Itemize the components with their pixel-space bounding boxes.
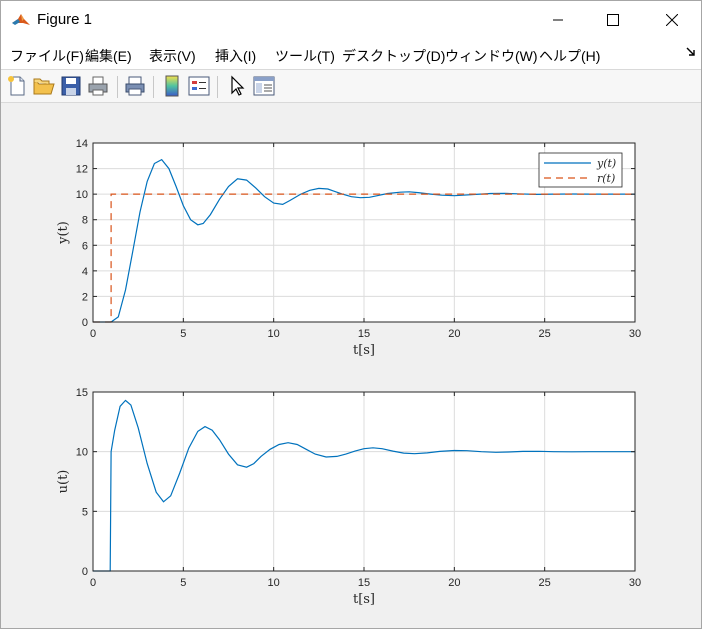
legend-label: r(t) xyxy=(597,172,615,185)
toolbar-separator xyxy=(117,76,118,98)
minimize-icon xyxy=(553,19,563,21)
matlab-logo-icon xyxy=(11,10,31,30)
x-axis-label: t[s] xyxy=(353,592,375,607)
toolbar xyxy=(1,69,701,103)
figure-canvas: 0 5 10 15 20 25 30 0 2 4 6 8 10 12 14 t[s] y(t) y(t) r(t) 0… xyxy=(1,103,701,628)
menu-bar: ファイル(F) 編集(E) 表示(V) 挿入(I) ツール(T) デスクトップ(… xyxy=(1,39,701,69)
toolbar-separator xyxy=(217,76,218,98)
x-tick-label: 5 xyxy=(180,577,186,589)
x-tick-label: 15 xyxy=(358,577,370,589)
print-preview-icon[interactable] xyxy=(123,74,147,98)
minimize-button[interactable] xyxy=(531,1,585,39)
print-icon[interactable] xyxy=(86,74,110,98)
x-tick-label: 0 xyxy=(90,577,96,589)
x-tick-label: 20 xyxy=(448,577,460,589)
y-tick-label: 4 xyxy=(82,266,88,278)
x-tick-label: 0 xyxy=(90,328,96,340)
y-tick-label: 0 xyxy=(82,317,88,329)
dock-arrow-icon[interactable] xyxy=(685,45,697,59)
x-axis-label: t[s] xyxy=(353,343,375,358)
open-file-icon[interactable] xyxy=(32,74,56,98)
save-icon[interactable] xyxy=(59,74,83,98)
menu-insert[interactable]: 挿入(I) xyxy=(215,46,256,66)
x-tick-label: 30 xyxy=(629,328,641,340)
x-tick-label: 15 xyxy=(358,328,370,340)
y-tick-label: 10 xyxy=(76,189,88,201)
y-tick-label: 8 xyxy=(82,215,88,227)
close-button[interactable] xyxy=(645,1,699,39)
x-tick-label: 20 xyxy=(448,328,460,340)
title-bar[interactable]: Figure 1 xyxy=(1,1,701,39)
x-tick-label: 5 xyxy=(180,328,186,340)
menu-tools[interactable]: ツール(T) xyxy=(275,46,335,66)
toolbar-separator xyxy=(153,76,154,98)
y-tick-label: 0 xyxy=(82,566,88,578)
x-tick-label: 10 xyxy=(268,577,280,589)
y-tick-label: 15 xyxy=(76,387,88,399)
x-tick-label: 30 xyxy=(629,577,641,589)
property-editor-icon[interactable] xyxy=(252,74,276,98)
new-figure-icon[interactable] xyxy=(5,74,29,98)
colorbar-icon[interactable] xyxy=(160,74,184,98)
maximize-icon xyxy=(607,14,619,26)
x-tick-label: 25 xyxy=(539,328,551,340)
x-tick-label: 10 xyxy=(268,328,280,340)
menu-file[interactable]: ファイル(F) xyxy=(10,46,84,66)
y-axis-label: y(t) xyxy=(56,221,71,245)
legend-label: y(t) xyxy=(596,157,616,170)
y-tick-label: 12 xyxy=(76,164,88,176)
close-icon xyxy=(666,14,678,26)
figure-window: Figure 1 ファイル(F) 編集(E) 表示(V) 挿入(I) ツール(T… xyxy=(0,0,702,629)
menu-window[interactable]: ウィンドウ(W) xyxy=(445,46,538,66)
y-tick-label: 5 xyxy=(82,506,88,518)
x-tick-label: 25 xyxy=(539,577,551,589)
menu-desktop[interactable]: デスクトップ(D) xyxy=(342,46,445,66)
window-title: Figure 1 xyxy=(37,11,93,28)
y-tick-label: 6 xyxy=(82,240,88,252)
maximize-button[interactable] xyxy=(586,1,640,39)
menu-view[interactable]: 表示(V) xyxy=(149,46,196,66)
y-tick-label: 14 xyxy=(76,138,88,150)
menu-help[interactable]: ヘルプ(H) xyxy=(539,46,600,66)
menu-edit[interactable]: 編集(E) xyxy=(85,46,132,66)
y-tick-label: 2 xyxy=(82,291,88,303)
pointer-icon[interactable] xyxy=(225,74,249,98)
legend-icon[interactable] xyxy=(187,74,211,98)
plot-canvas: 0 5 10 15 20 25 30 0 2 4 6 8 10 12 14 t[s] y(t) y(t) r(t) 0… xyxy=(56,138,641,607)
y-axis-label: u(t) xyxy=(56,470,71,494)
y-tick-label: 10 xyxy=(76,447,88,459)
